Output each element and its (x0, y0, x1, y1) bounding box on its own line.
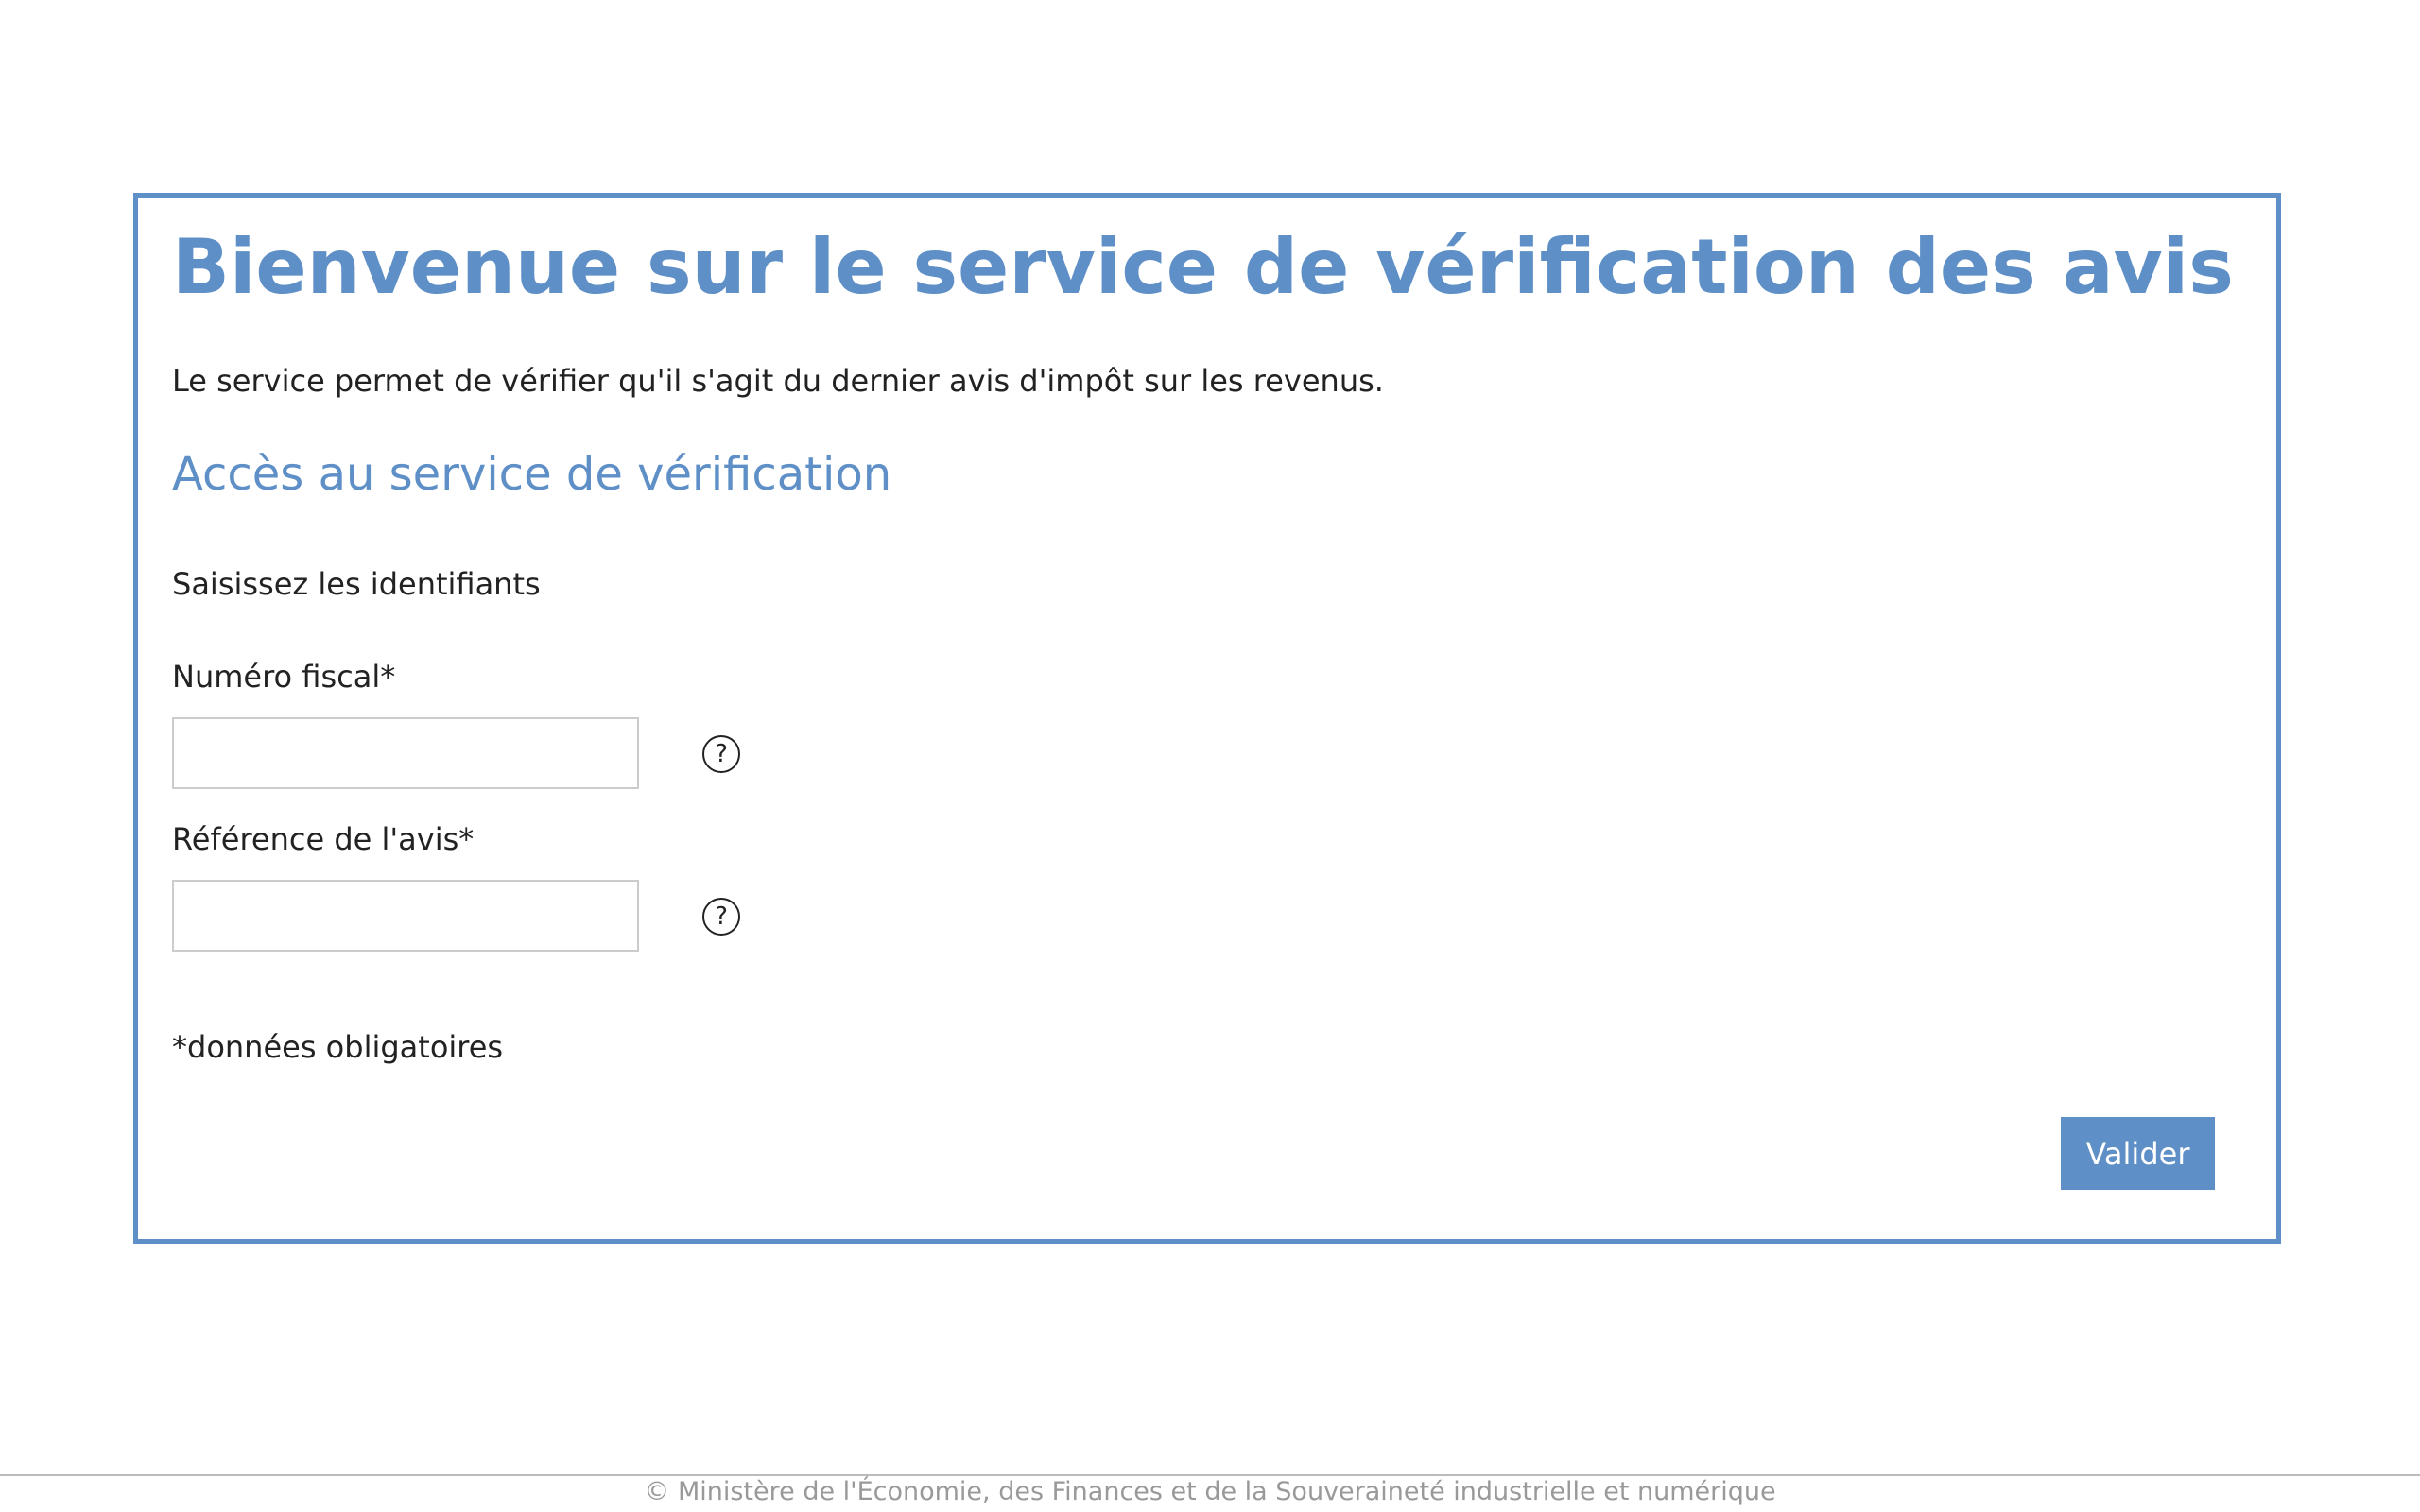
question-mark-icon[interactable]: ? (702, 898, 740, 936)
page: Bienvenue sur le service de vérification… (0, 0, 2420, 1512)
fiscal-number-label: Numéro fiscal* (172, 659, 396, 695)
section-title: Accès au service de vérification (172, 448, 892, 501)
question-mark-icon[interactable]: ? (702, 735, 740, 773)
fiscal-number-input[interactable] (172, 717, 639, 789)
footer-copyright: © Ministère de l'Économie, des Finances … (644, 1477, 1776, 1506)
verification-panel: Bienvenue sur le service de vérification… (133, 193, 2281, 1244)
submit-button[interactable]: Valider (2061, 1117, 2215, 1190)
page-title: Bienvenue sur le service de vérification… (172, 223, 2234, 311)
intro-text: Le service permet de vérifier qu'il s'ag… (172, 363, 1384, 399)
instruction-text: Saisissez les identifiants (172, 566, 541, 602)
footer-divider (0, 1474, 2420, 1476)
mandatory-fields-note: *données obligatoires (172, 1029, 504, 1065)
notice-reference-input[interactable] (172, 880, 639, 952)
notice-reference-label: Référence de l'avis* (172, 821, 475, 857)
